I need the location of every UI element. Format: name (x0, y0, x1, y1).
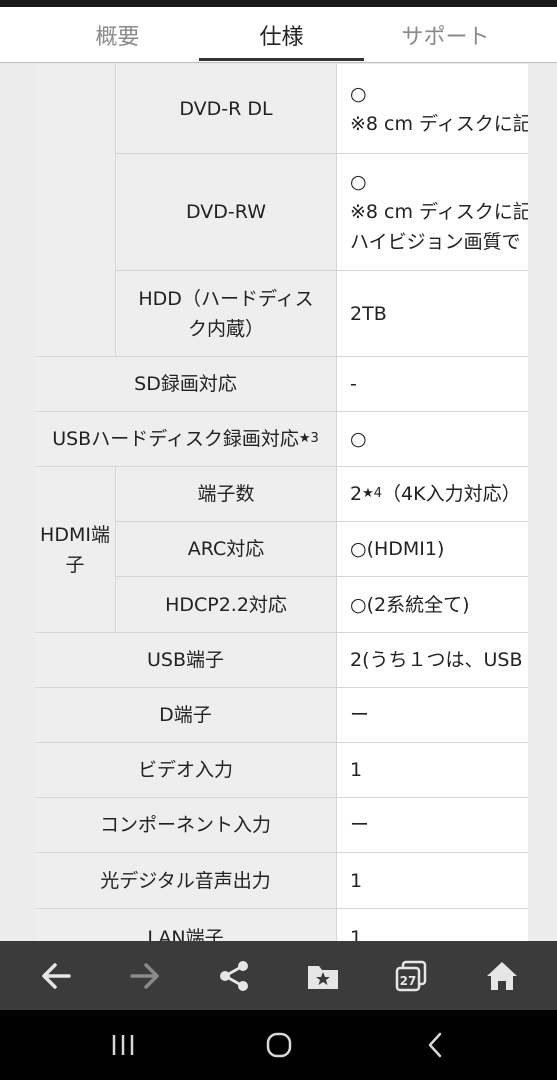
back-chevron-icon (428, 1032, 442, 1058)
spec-table: DVD-R DL ○ ※8 cm ディスクに記 DVD-RW ○ ※8 cm ディス… (35, 64, 528, 941)
forward-button[interactable] (115, 941, 175, 1010)
system-home-button[interactable] (249, 1010, 309, 1080)
row-label-video-in: ビデオ入力 (35, 743, 337, 798)
row-value-arc: ○(HDMI1) (337, 522, 528, 577)
row-value-usb-hdd-rec: ○ (337, 412, 528, 467)
row-value-optical-out: 1 (337, 853, 528, 909)
forward-arrow-icon (130, 962, 159, 989)
recording-group-cell (35, 64, 116, 357)
system-back-button[interactable] (405, 1010, 465, 1080)
row-value-hdmi-count: 2 ★4 （4K入力対応） (337, 467, 528, 522)
row-value-sd: - (337, 357, 528, 412)
back-button[interactable] (26, 941, 86, 1010)
row-label-hdcp: HDCP2.2対応 (116, 577, 337, 633)
row-value-hdcp: ○(2系統全て) (337, 577, 528, 633)
bookmarks-icon (308, 965, 338, 989)
share-button[interactable] (204, 941, 264, 1010)
tab-bar: 概要 仕様 サポート (0, 7, 557, 63)
system-nav-bar (0, 1010, 557, 1080)
row-label-arc: ARC対応 (116, 522, 337, 577)
row-value-video-in: 1 (337, 743, 528, 798)
recent-apps-button[interactable] (93, 1010, 153, 1080)
row-label-hdmi-count: 端子数 (116, 467, 337, 522)
row-label-hdd: HDD（ハードディスク内蔵） (116, 271, 337, 357)
tab-overview[interactable]: 概要 (35, 7, 200, 63)
row-value-lan: 1 (337, 909, 528, 941)
row-value-dvd-rw: ○ ※8 cm ディスクに記 ハイビジョン画質で (337, 154, 528, 271)
row-label-usb: USB端子 (35, 633, 337, 688)
row-value-dvd-r-dl: ○ ※8 cm ディスクに記 (337, 64, 528, 154)
browser-toolbar: 27 (0, 941, 557, 1010)
row-label-dvd-rw: DVD-RW (116, 154, 337, 271)
bookmarks-button[interactable] (293, 941, 353, 1010)
svg-text:27: 27 (400, 974, 417, 988)
back-arrow-icon (42, 962, 71, 989)
tabs-button[interactable]: 27 (381, 941, 441, 1010)
tab-specs[interactable]: 仕様 (199, 7, 364, 63)
recent-apps-icon (112, 1035, 134, 1055)
row-value-usb: 2(うち１つは、USB (337, 633, 528, 688)
tabs-icon: 27 (395, 960, 427, 991)
row-label-component-in: コンポーネント入力 (35, 798, 337, 853)
home-circle-icon (266, 1032, 292, 1058)
row-label-dvd-r-dl: DVD-R DL (116, 64, 337, 154)
row-label-usb-hdd-rec: USBハードディスク録画対応 ★3 (35, 412, 337, 467)
tab-support[interactable]: サポート (363, 7, 528, 63)
row-label-lan: LAN端子 (35, 909, 337, 941)
row-value-hdd: 2TB (337, 271, 528, 357)
share-icon (220, 960, 248, 991)
row-group-hdmi: HDMI端子 (35, 467, 116, 633)
row-value-d-terminal: ー (337, 688, 528, 743)
status-strip (0, 0, 557, 7)
row-value-component-in: ー (337, 798, 528, 853)
row-label-d-terminal: D端子 (35, 688, 337, 743)
home-icon (487, 961, 517, 990)
home-button[interactable] (472, 941, 532, 1010)
active-tab-indicator (199, 58, 364, 61)
spec-table-scroll[interactable]: DVD-R DL ○ ※8 cm ディスクに記 DVD-RW ○ ※8 cm ディス… (0, 64, 557, 941)
row-label-optical-out: 光デジタル音声出力 (35, 853, 337, 909)
row-label-sd: SD録画対応 (35, 357, 337, 412)
